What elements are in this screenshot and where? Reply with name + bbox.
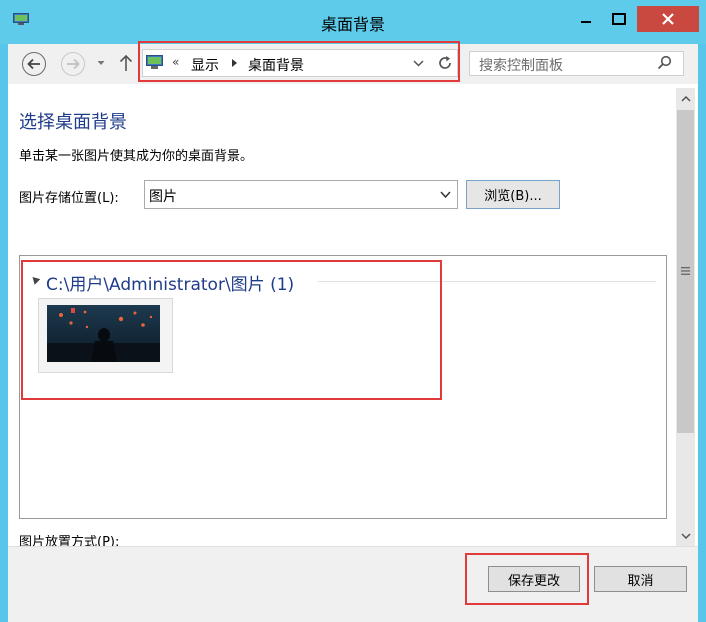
- highlight-box-gallery: [21, 260, 442, 400]
- page-description: 单击某一张图片使其成为你的桌面背景。: [19, 149, 254, 164]
- page-heading: 选择桌面背景: [19, 112, 127, 133]
- close-button[interactable]: [637, 6, 699, 32]
- chevron-down-icon: [680, 532, 691, 539]
- maximize-button[interactable]: [602, 6, 635, 32]
- chevron-up-icon: [680, 95, 691, 102]
- maximize-icon: [611, 13, 626, 25]
- browse-button[interactable]: 浏览(B)...: [466, 180, 560, 209]
- recent-pages-dropdown[interactable]: [96, 58, 106, 68]
- scroll-down-button[interactable]: [676, 525, 695, 546]
- search-icon[interactable]: [657, 55, 672, 70]
- scrollbar-grip-icon: [681, 267, 690, 275]
- cancel-button[interactable]: 取消: [594, 566, 687, 592]
- chevron-down-icon[interactable]: [440, 190, 451, 199]
- minimize-button[interactable]: [570, 6, 601, 32]
- forward-button[interactable]: [61, 52, 85, 76]
- highlight-box-address: [138, 41, 460, 82]
- scroll-up-button[interactable]: [676, 88, 695, 109]
- location-label: 图片存储位置(L):: [19, 191, 119, 206]
- arrow-right-icon: [67, 58, 80, 70]
- location-select[interactable]: [144, 180, 458, 209]
- back-button[interactable]: [22, 52, 46, 76]
- highlight-box-save: [465, 553, 589, 605]
- close-icon: [662, 13, 674, 25]
- up-arrow-icon[interactable]: [119, 54, 133, 72]
- search-placeholder: 搜索控制面板: [479, 58, 563, 74]
- arrow-left-icon: [27, 58, 40, 70]
- minimize-icon: [580, 21, 591, 23]
- location-select-value: 图片: [149, 189, 177, 205]
